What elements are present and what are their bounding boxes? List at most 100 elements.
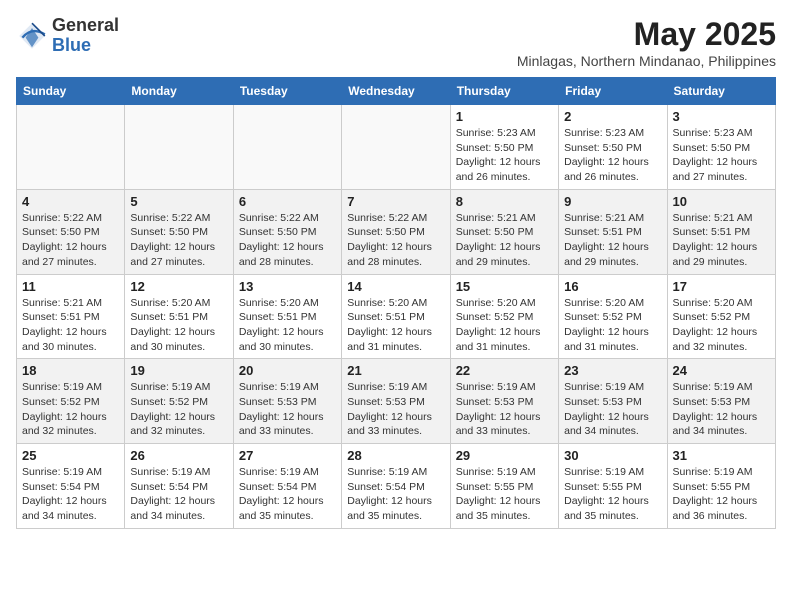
day-cell: 27 Sunrise: 5:19 AM Sunset: 5:54 PM Dayli…	[233, 444, 341, 529]
day-cell: 15 Sunrise: 5:20 AM Sunset: 5:52 PM Dayli…	[450, 274, 558, 359]
day-cell: 11 Sunrise: 5:21 AM Sunset: 5:51 PM Dayli…	[17, 274, 125, 359]
day-number: 6	[239, 194, 336, 209]
day-number: 24	[673, 363, 770, 378]
day-cell: 23 Sunrise: 5:19 AM Sunset: 5:53 PM Dayli…	[559, 359, 667, 444]
day-cell	[342, 105, 450, 190]
day-cell: 14Sunrise: 5:20 AM Sunset: 5:51 PM Dayli…	[342, 274, 450, 359]
day-detail: Sunrise: 5:23 AM Sunset: 5:50 PM Dayligh…	[564, 126, 661, 185]
day-number: 15	[456, 279, 553, 294]
day-cell: 10 Sunrise: 5:21 AM Sunset: 5:51 PM Dayli…	[667, 189, 775, 274]
day-cell: 5Sunrise: 5:22 AM Sunset: 5:50 PM Daylig…	[125, 189, 233, 274]
day-cell: 25Sunrise: 5:19 AM Sunset: 5:54 PM Dayli…	[17, 444, 125, 529]
day-detail: Sunrise: 5:22 AM Sunset: 5:50 PM Dayligh…	[239, 211, 336, 270]
title-block: May 2025 Minlagas, Northern Mindanao, Ph…	[517, 16, 776, 69]
day-number: 10	[673, 194, 770, 209]
day-detail: Sunrise: 5:20 AM Sunset: 5:51 PM Dayligh…	[239, 296, 336, 355]
day-detail: Sunrise: 5:21 AM Sunset: 5:51 PM Dayligh…	[22, 296, 119, 355]
day-detail: Sunrise: 5:19 AM Sunset: 5:53 PM Dayligh…	[239, 380, 336, 439]
weekday-header-sunday: Sunday	[17, 78, 125, 105]
day-cell	[125, 105, 233, 190]
logo[interactable]: General Blue	[16, 16, 119, 56]
day-number: 3	[673, 109, 770, 124]
week-row-3: 11 Sunrise: 5:21 AM Sunset: 5:51 PM Dayli…	[17, 274, 776, 359]
day-detail: Sunrise: 5:21 AM Sunset: 5:51 PM Dayligh…	[673, 211, 770, 270]
weekday-header-saturday: Saturday	[667, 78, 775, 105]
day-cell: 24 Sunrise: 5:19 AM Sunset: 5:53 PM Dayli…	[667, 359, 775, 444]
day-cell: 6 Sunrise: 5:22 AM Sunset: 5:50 PM Daylig…	[233, 189, 341, 274]
day-number: 8	[456, 194, 553, 209]
day-cell: 8 Sunrise: 5:21 AM Sunset: 5:50 PM Daylig…	[450, 189, 558, 274]
day-number: 27	[239, 448, 336, 463]
day-detail: Sunrise: 5:19 AM Sunset: 5:53 PM Dayligh…	[673, 380, 770, 439]
day-cell: 30 Sunrise: 5:19 AM Sunset: 5:55 PM Dayli…	[559, 444, 667, 529]
day-number: 17	[673, 279, 770, 294]
day-cell: 4 Sunrise: 5:22 AM Sunset: 5:50 PM Daylig…	[17, 189, 125, 274]
day-number: 18	[22, 363, 119, 378]
weekday-header-tuesday: Tuesday	[233, 78, 341, 105]
week-row-1: 1 Sunrise: 5:23 AM Sunset: 5:50 PM Daylig…	[17, 105, 776, 190]
day-cell: 2 Sunrise: 5:23 AM Sunset: 5:50 PM Daylig…	[559, 105, 667, 190]
day-cell: 13 Sunrise: 5:20 AM Sunset: 5:51 PM Dayli…	[233, 274, 341, 359]
day-cell: 1 Sunrise: 5:23 AM Sunset: 5:50 PM Daylig…	[450, 105, 558, 190]
day-cell: 29Sunrise: 5:19 AM Sunset: 5:55 PM Dayli…	[450, 444, 558, 529]
day-cell: 3 Sunrise: 5:23 AM Sunset: 5:50 PM Daylig…	[667, 105, 775, 190]
day-detail: Sunrise: 5:21 AM Sunset: 5:51 PM Dayligh…	[564, 211, 661, 270]
weekday-header-friday: Friday	[559, 78, 667, 105]
day-number: 5	[130, 194, 227, 209]
day-detail: Sunrise: 5:19 AM Sunset: 5:52 PM Dayligh…	[130, 380, 227, 439]
day-number: 21	[347, 363, 444, 378]
day-cell: 19 Sunrise: 5:19 AM Sunset: 5:52 PM Dayli…	[125, 359, 233, 444]
day-detail: Sunrise: 5:20 AM Sunset: 5:52 PM Dayligh…	[673, 296, 770, 355]
day-number: 13	[239, 279, 336, 294]
day-cell: 12Sunrise: 5:20 AM Sunset: 5:51 PM Dayli…	[125, 274, 233, 359]
month-year: May 2025	[517, 16, 776, 53]
day-detail: Sunrise: 5:19 AM Sunset: 5:55 PM Dayligh…	[564, 465, 661, 524]
day-number: 16	[564, 279, 661, 294]
day-cell	[17, 105, 125, 190]
day-detail: Sunrise: 5:23 AM Sunset: 5:50 PM Dayligh…	[673, 126, 770, 185]
day-detail: Sunrise: 5:20 AM Sunset: 5:52 PM Dayligh…	[456, 296, 553, 355]
day-detail: Sunrise: 5:19 AM Sunset: 5:55 PM Dayligh…	[673, 465, 770, 524]
day-number: 30	[564, 448, 661, 463]
day-number: 11	[22, 279, 119, 294]
day-cell: 18 Sunrise: 5:19 AM Sunset: 5:52 PM Dayli…	[17, 359, 125, 444]
logo-text: General Blue	[52, 16, 119, 56]
day-number: 23	[564, 363, 661, 378]
day-detail: Sunrise: 5:19 AM Sunset: 5:54 PM Dayligh…	[22, 465, 119, 524]
day-detail: Sunrise: 5:22 AM Sunset: 5:50 PM Dayligh…	[347, 211, 444, 270]
day-number: 31	[673, 448, 770, 463]
day-cell: 22Sunrise: 5:19 AM Sunset: 5:53 PM Dayli…	[450, 359, 558, 444]
weekday-header-wednesday: Wednesday	[342, 78, 450, 105]
day-detail: Sunrise: 5:23 AM Sunset: 5:50 PM Dayligh…	[456, 126, 553, 185]
day-detail: Sunrise: 5:19 AM Sunset: 5:54 PM Dayligh…	[239, 465, 336, 524]
day-number: 9	[564, 194, 661, 209]
day-cell: 21Sunrise: 5:19 AM Sunset: 5:53 PM Dayli…	[342, 359, 450, 444]
day-number: 22	[456, 363, 553, 378]
day-cell: 31 Sunrise: 5:19 AM Sunset: 5:55 PM Dayli…	[667, 444, 775, 529]
calendar: SundayMondayTuesdayWednesdayThursdayFrid…	[16, 77, 776, 529]
day-number: 4	[22, 194, 119, 209]
day-cell: 28Sunrise: 5:19 AM Sunset: 5:54 PM Dayli…	[342, 444, 450, 529]
day-detail: Sunrise: 5:21 AM Sunset: 5:50 PM Dayligh…	[456, 211, 553, 270]
day-detail: Sunrise: 5:19 AM Sunset: 5:53 PM Dayligh…	[564, 380, 661, 439]
weekday-header-thursday: Thursday	[450, 78, 558, 105]
day-detail: Sunrise: 5:19 AM Sunset: 5:52 PM Dayligh…	[22, 380, 119, 439]
logo-icon	[16, 20, 48, 52]
week-row-4: 18 Sunrise: 5:19 AM Sunset: 5:52 PM Dayli…	[17, 359, 776, 444]
day-detail: Sunrise: 5:20 AM Sunset: 5:51 PM Dayligh…	[347, 296, 444, 355]
day-number: 28	[347, 448, 444, 463]
page-header: General Blue May 2025 Minlagas, Northern…	[16, 16, 776, 69]
day-number: 20	[239, 363, 336, 378]
day-cell: 17 Sunrise: 5:20 AM Sunset: 5:52 PM Dayli…	[667, 274, 775, 359]
day-number: 2	[564, 109, 661, 124]
day-detail: Sunrise: 5:22 AM Sunset: 5:50 PM Dayligh…	[22, 211, 119, 270]
day-number: 19	[130, 363, 227, 378]
day-detail: Sunrise: 5:19 AM Sunset: 5:54 PM Dayligh…	[130, 465, 227, 524]
day-number: 12	[130, 279, 227, 294]
day-detail: Sunrise: 5:20 AM Sunset: 5:52 PM Dayligh…	[564, 296, 661, 355]
week-row-5: 25Sunrise: 5:19 AM Sunset: 5:54 PM Dayli…	[17, 444, 776, 529]
day-number: 7	[347, 194, 444, 209]
day-number: 1	[456, 109, 553, 124]
weekday-header-row: SundayMondayTuesdayWednesdayThursdayFrid…	[17, 78, 776, 105]
day-number: 26	[130, 448, 227, 463]
